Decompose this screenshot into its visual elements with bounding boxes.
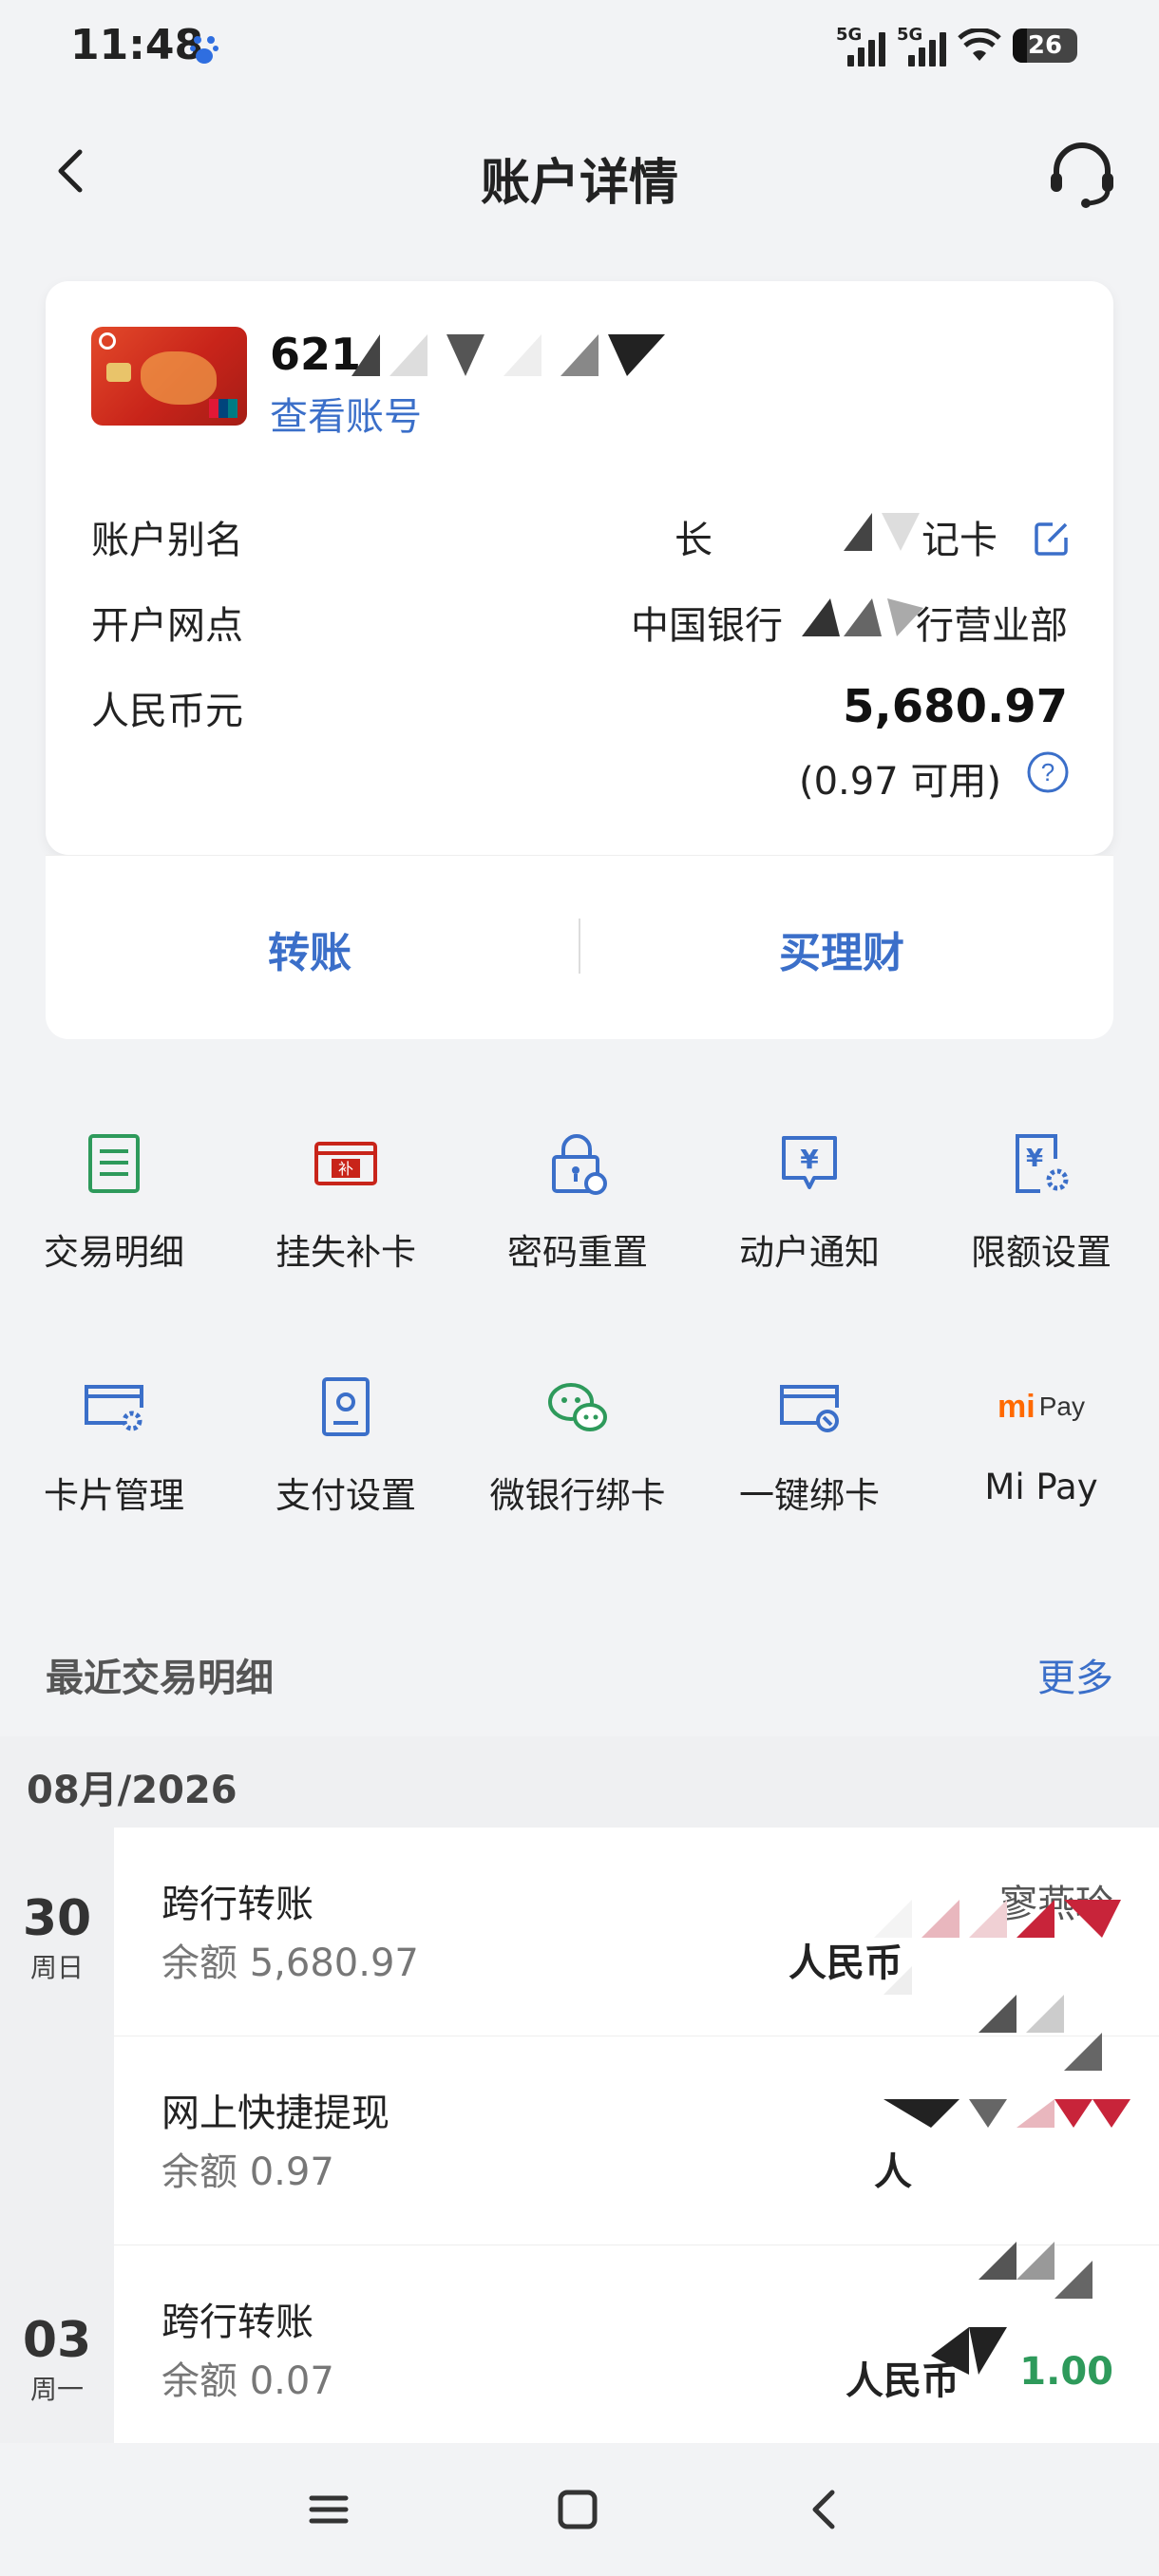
password-reset-icon [552, 1134, 607, 1195]
grid-item-wechat-bind[interactable]: 微银行绑卡 [473, 1373, 682, 1544]
grid-item-label: 交易明细 [44, 1232, 184, 1273]
card-replace-icon: 补 [314, 1142, 377, 1185]
account-balance: 5,680.97 [843, 680, 1068, 733]
page-title: 账户详情 [480, 155, 678, 212]
document-list-icon [88, 1134, 140, 1193]
grid-item-label: 一键绑卡 [739, 1475, 880, 1516]
privacy-mask [874, 1900, 1130, 2375]
grid-item-limit-settings[interactable]: ¥ 限额设置 [937, 1130, 1146, 1301]
grid-item-card-management[interactable]: 卡片管理 [10, 1373, 218, 1544]
baidu-paw-icon [190, 36, 218, 64]
card-artwork [141, 351, 217, 405]
mi-pay-icon: mi Pay [998, 1388, 1085, 1425]
card-manage-icon [85, 1385, 143, 1431]
transaction-balance: 余额 0.07 [162, 2359, 334, 2403]
transaction-balance: 余额 0.97 [162, 2150, 334, 2194]
more-link[interactable]: 更多 [1037, 1647, 1113, 1702]
transaction-date: 03 周一 [0, 2312, 114, 2407]
account-actions: 转账 买理财 [46, 855, 1113, 1039]
recent-transactions-title: 最近交易明细 [46, 1657, 274, 1700]
system-nav-bar [0, 2443, 1159, 2576]
grid-item-password-reset[interactable]: 密码重置 [473, 1130, 682, 1301]
cellular-signal-icon: 5G [836, 25, 885, 66]
privacy-mask [352, 334, 665, 376]
notice-icon: ¥ [782, 1136, 837, 1189]
bank-card-image [91, 327, 247, 426]
bank-logo-icon [99, 332, 116, 350]
grid-item-label: Mi Pay [984, 1467, 1098, 1507]
card-number: 621 [270, 329, 362, 380]
mi-pay-logo-text: Pay [1038, 1392, 1085, 1421]
edit-alias-icon[interactable] [1032, 519, 1072, 559]
limit-settings-icon: ¥ [1016, 1134, 1069, 1193]
svg-text:¥: ¥ [800, 1144, 819, 1175]
view-account-number-link[interactable]: 查看账号 [270, 386, 422, 441]
grid-item-report-loss[interactable]: 补 挂失补卡 [241, 1130, 450, 1301]
payment-settings-icon [322, 1377, 370, 1436]
transfer-button[interactable]: 转账 [268, 919, 352, 979]
day-number: 03 [22, 2312, 92, 2369]
nav-bar: 账户详情 [0, 114, 1159, 232]
grid-item-transaction-details[interactable]: 交易明细 [10, 1130, 218, 1301]
grid-item-payment-settings[interactable]: 支付设置 [241, 1373, 450, 1544]
battery-level: 26 [1027, 31, 1063, 60]
buy-wealth-button[interactable]: 买理财 [779, 919, 904, 979]
alias-label: 账户别名 [91, 519, 243, 562]
branch-label: 开户网点 [91, 604, 243, 648]
privacy-mask [844, 513, 920, 551]
grid-item-label: 卡片管理 [44, 1475, 184, 1516]
grid-item-label: 限额设置 [971, 1232, 1112, 1273]
status-bar: 11:48 5G 5G 26 [0, 0, 1159, 99]
svg-text:¥: ¥ [1026, 1145, 1043, 1173]
transaction-title: 跨行转账 [162, 1883, 314, 1926]
grid-item-label: 挂失补卡 [276, 1232, 416, 1273]
help-icon[interactable]: ? [1026, 750, 1070, 794]
svg-text:?: ? [1041, 758, 1054, 786]
transaction-balance: 余额 5,680.97 [162, 1941, 419, 1985]
svg-text:补: 补 [338, 1160, 353, 1178]
wifi-icon [958, 28, 1001, 61]
branch-value-end: 行营业部 [916, 604, 1068, 648]
home-icon[interactable] [553, 2485, 602, 2534]
alias-value-start: 长 [674, 519, 712, 562]
grid-item-label: 微银行绑卡 [489, 1475, 666, 1516]
grid-item-account-notice[interactable]: ¥ 动户通知 [705, 1130, 914, 1301]
cellular-signal-icon: 5G [897, 25, 946, 66]
card-chip [106, 363, 131, 382]
transaction-title: 网上快捷提现 [162, 2092, 390, 2135]
privacy-mask [802, 598, 923, 636]
grid-item-label: 支付设置 [276, 1475, 416, 1516]
month-header: 08月/2026 [0, 1736, 1159, 1828]
weekday: 周一 [29, 2374, 84, 2405]
unionpay-logo [209, 399, 238, 418]
transaction-title: 跨行转账 [162, 2301, 314, 2344]
available-balance: (0.97 可用) [799, 760, 1001, 804]
branch-value-start: 中国银行 [631, 604, 783, 648]
account-card: 621 查看账号 账户别名 长 记卡 开户网点 中国银行 行营业部 人民币元 5… [46, 281, 1113, 855]
grid-item-quick-bind[interactable]: 一键绑卡 [705, 1373, 914, 1544]
day-number: 30 [22, 1890, 92, 1947]
quick-bind-icon [780, 1385, 839, 1432]
transaction-date: 30 周日 [0, 1890, 114, 1985]
grid-item-label: 动户通知 [739, 1232, 880, 1273]
grid-item-label: 密码重置 [507, 1232, 648, 1273]
currency-label: 人民币元 [91, 690, 243, 733]
alias-value-end: 记卡 [922, 519, 998, 562]
menu-icon[interactable] [304, 2485, 353, 2534]
status-time: 11:48 [70, 21, 204, 69]
month-label: 08月/2026 [27, 1769, 238, 1812]
weekday: 周日 [29, 1952, 84, 1983]
back-nav-icon[interactable] [800, 2485, 849, 2534]
battery-indicator: 26 [1013, 28, 1077, 63]
customer-service-icon[interactable] [1045, 137, 1119, 211]
grid-item-mi-pay[interactable]: mi Pay Mi Pay [937, 1373, 1146, 1544]
divider [579, 919, 580, 974]
wechat-bind-icon [548, 1383, 607, 1431]
